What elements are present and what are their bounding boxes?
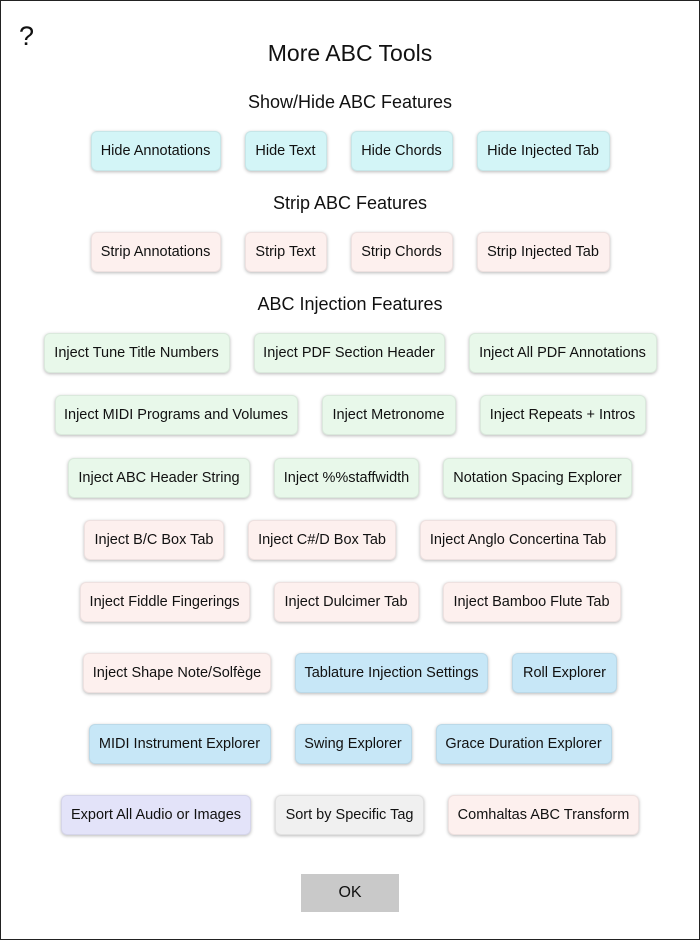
inject-tune-title-numbers-button[interactable]: Inject Tune Title Numbers xyxy=(43,333,230,373)
inject-bc-box-tab-button[interactable]: Inject B/C Box Tab xyxy=(84,520,224,560)
inject-abc-header-string-button[interactable]: Inject ABC Header String xyxy=(68,458,250,498)
inject-shape-note-solfege-button[interactable]: Inject Shape Note/Solfège xyxy=(83,653,271,693)
inject-row-2: Inject MIDI Programs and Volumes Inject … xyxy=(0,395,700,435)
strip-text-button[interactable]: Strip Text xyxy=(244,232,327,272)
inject-dulcimer-tab-button[interactable]: Inject Dulcimer Tab xyxy=(273,582,419,622)
sort-by-specific-tag-button[interactable]: Sort by Specific Tag xyxy=(275,795,424,835)
strip-injected-tab-button[interactable]: Strip Injected Tab xyxy=(476,232,610,272)
utility-row: Export All Audio or Images Sort by Speci… xyxy=(0,795,700,835)
hide-chords-button[interactable]: Hide Chords xyxy=(350,131,453,171)
inject-row-3: Inject ABC Header String Inject %%staffw… xyxy=(0,458,700,498)
hide-text-button[interactable]: Hide Text xyxy=(244,131,327,171)
inject-all-pdf-annotations-button[interactable]: Inject All PDF Annotations xyxy=(468,333,657,373)
strip-chords-button[interactable]: Strip Chords xyxy=(350,232,453,272)
section-show-hide-heading: Show/Hide ABC Features xyxy=(247,92,453,112)
inject-staffwidth-button[interactable]: Inject %%staffwidth xyxy=(274,458,419,498)
hide-injected-tab-button[interactable]: Hide Injected Tab xyxy=(476,131,610,171)
comhaltas-abc-transform-button[interactable]: Comhaltas ABC Transform xyxy=(448,795,639,835)
strip-button-row: Strip Annotations Strip Text Strip Chord… xyxy=(0,232,700,272)
strip-annotations-button[interactable]: Strip Annotations xyxy=(90,232,221,272)
show-hide-button-row: Hide Annotations Hide Text Hide Chords H… xyxy=(0,131,700,171)
inject-anglo-concertina-tab-button[interactable]: Inject Anglo Concertina Tab xyxy=(420,520,616,560)
inject-row-4: Inject B/C Box Tab Inject C#/D Box Tab I… xyxy=(0,520,700,560)
notation-spacing-explorer-button[interactable]: Notation Spacing Explorer xyxy=(443,458,632,498)
inject-fiddle-fingerings-button[interactable]: Inject Fiddle Fingerings xyxy=(79,582,250,622)
midi-instrument-explorer-button[interactable]: MIDI Instrument Explorer xyxy=(88,724,271,764)
inject-repeats-intros-button[interactable]: Inject Repeats + Intros xyxy=(479,395,646,435)
swing-explorer-button[interactable]: Swing Explorer xyxy=(294,724,412,764)
grace-duration-explorer-button[interactable]: Grace Duration Explorer xyxy=(435,724,612,764)
inject-row-5: Inject Fiddle Fingerings Inject Dulcimer… xyxy=(0,582,700,622)
section-injection-heading: ABC Injection Features xyxy=(257,294,443,314)
ok-button[interactable]: OK xyxy=(301,874,399,912)
inject-row-1: Inject Tune Title Numbers Inject PDF Sec… xyxy=(0,333,700,373)
inject-midi-programs-volumes-button[interactable]: Inject MIDI Programs and Volumes xyxy=(54,395,298,435)
explorer-row: MIDI Instrument Explorer Swing Explorer … xyxy=(0,724,700,764)
inject-pdf-section-header-button[interactable]: Inject PDF Section Header xyxy=(253,333,445,373)
section-strip-heading: Strip ABC Features xyxy=(272,193,428,213)
export-all-audio-images-button[interactable]: Export All Audio or Images xyxy=(61,795,251,835)
tablature-injection-settings-button[interactable]: Tablature Injection Settings xyxy=(295,653,488,693)
inject-row-6: Inject Shape Note/Solfège Tablature Inje… xyxy=(0,653,700,693)
dialog-title: More ABC Tools xyxy=(267,40,433,66)
inject-bamboo-flute-tab-button[interactable]: Inject Bamboo Flute Tab xyxy=(442,582,621,622)
hide-annotations-button[interactable]: Hide Annotations xyxy=(90,131,221,171)
roll-explorer-button[interactable]: Roll Explorer xyxy=(512,653,617,693)
inject-metronome-button[interactable]: Inject Metronome xyxy=(321,395,456,435)
inject-csharp-d-box-tab-button[interactable]: Inject C#/D Box Tab xyxy=(248,520,396,560)
